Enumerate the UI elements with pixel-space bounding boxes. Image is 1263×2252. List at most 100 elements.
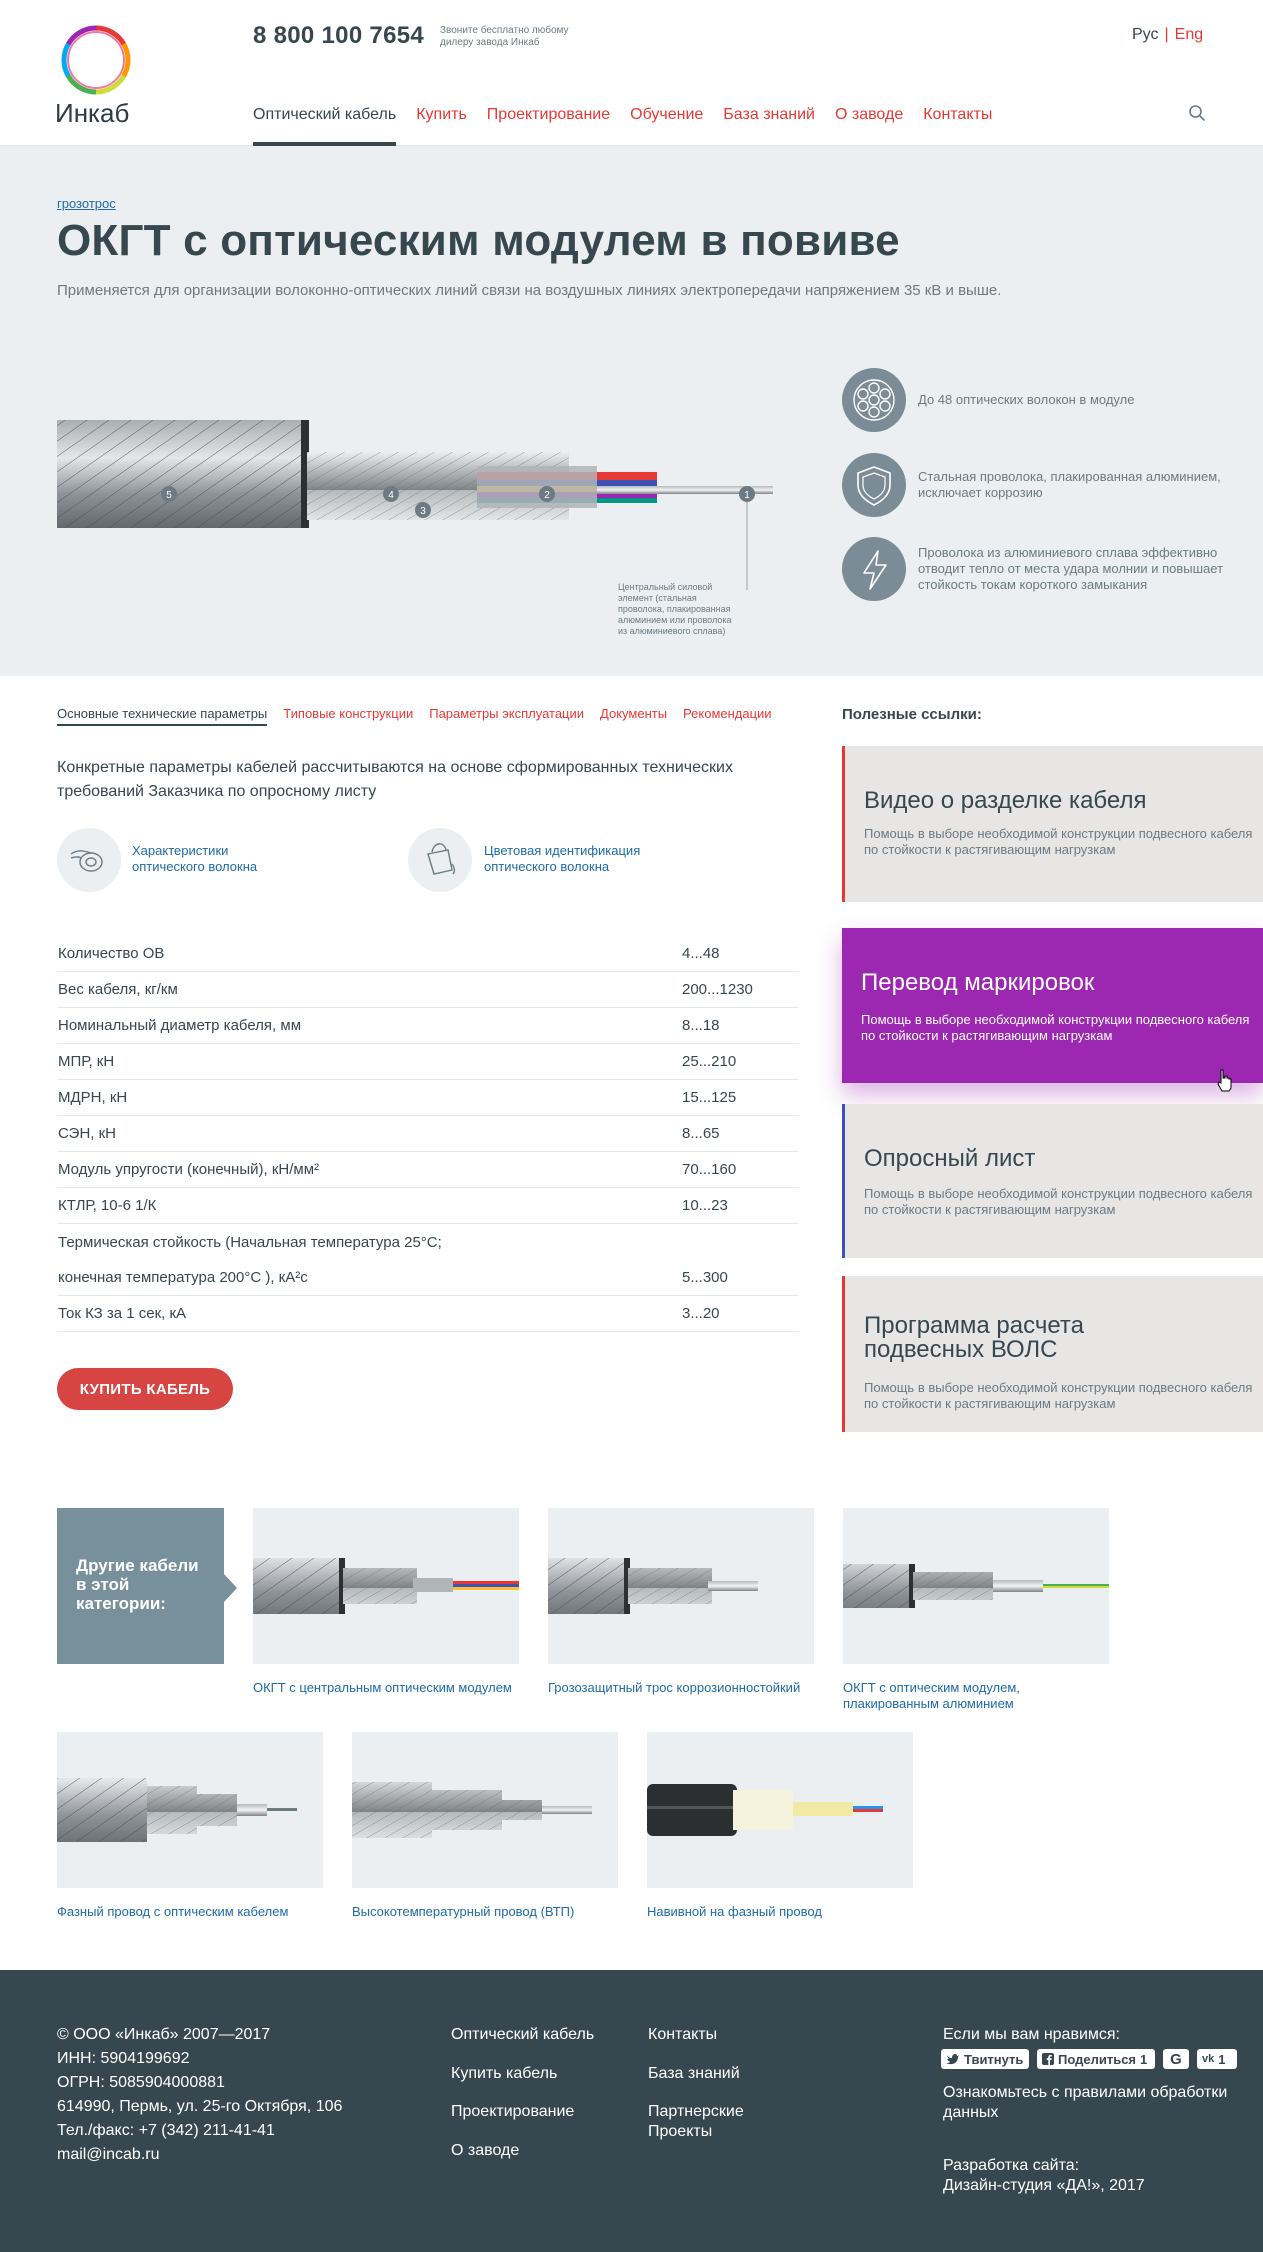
search-icon[interactable] [1188,104,1206,122]
shield-icon [842,453,906,517]
footer-link-optical-cable[interactable]: Оптический кабель [451,2025,594,2045]
tab-recommendations[interactable]: Рекомендации [683,706,772,726]
table-row: МДРН, кН 15...125 [57,1080,799,1116]
tab-typical-designs[interactable]: Типовые конструкции [283,706,413,726]
fiber-bundle-icon [842,368,906,432]
nav-optical-cable[interactable]: Оптический кабель [253,106,397,146]
table-row: Ток КЗ за 1 сек, кА 3...20 [57,1296,799,1332]
footer-link-contacts[interactable]: Контакты [648,2025,717,2045]
tab-main-params[interactable]: Основные технические параметры [57,706,268,726]
footer-link-buy-cable[interactable]: Купить кабель [451,2064,557,2084]
footer-link-about[interactable]: О заводе [451,2141,519,2161]
footer-ogrn: ОГРН: 5085904000881 [57,2074,225,2091]
nav-knowledge-base[interactable]: База знаний [723,106,815,146]
tab-operating-params[interactable]: Параметры эксплуатации [429,706,584,726]
table-row: КТЛР, 10-6 1/К 10...23 [57,1188,799,1224]
logo-text[interactable]: Инкаб [55,98,129,129]
footer-company-info: © ООО «Инкаб» 2007—2017 ИНН: 5904199692 … [57,2023,342,2167]
cable-thumb-aluminum-module[interactable] [843,1508,1109,1664]
param-name: МДРН, кН [58,1089,128,1106]
color-identification-link[interactable]: Цветовая идентификация оптического волок… [484,843,664,875]
useful-links-title: Полезные ссылки: [842,706,982,723]
buy-cable-button[interactable]: КУПИТЬ КАБЕЛЬ [57,1368,233,1410]
svg-text:4: 4 [388,490,394,501]
twitter-share-button[interactable]: Твитнуть [941,2049,1029,2069]
card-questionnaire[interactable]: Опросный лист Помощь в выборе необходимо… [842,1104,1263,1258]
table-row: Количество ОВ 4...48 [57,936,799,972]
breadcrumb[interactable]: грозотрос [57,196,116,211]
footer-link-partner-projects[interactable]: Партнерские Проекты [648,2102,768,2142]
paint-bucket-icon[interactable] [408,828,472,892]
param-name: Модуль упругости (конечный), кН/мм² [58,1161,319,1178]
footer-dev-link[interactable]: Дизайн-студия «ДА!», 2017 [943,2176,1145,2196]
site-header: Инкаб 8 800 100 7654 Звоните бесплатно л… [0,0,1263,146]
cable-caption-ground-wire[interactable]: Грозозащитный трос коррозионностойкий [548,1680,828,1696]
cable-thumb-central-module[interactable] [253,1508,519,1664]
other-cables-arrow [224,1574,237,1602]
nav-buy[interactable]: Купить [416,106,467,146]
footer-link-design[interactable]: Проектирование [451,2102,574,2122]
page-lead: Применяется для организации волоконно-оп… [57,282,1002,299]
param-name: Номинальный диаметр кабеля, мм [58,1017,302,1034]
card-desc: Помощь в выборе необходимой конструкции … [864,1380,1253,1411]
nav-design[interactable]: Проектирование [487,106,610,146]
card-calculation-program[interactable]: Программа расчета подвесных ВОЛС Помощь … [842,1276,1263,1432]
intro-paragraph: Конкретные параметры кабелей рассчитываю… [57,759,733,800]
fiber-characteristics-link[interactable]: Характеристики оптического волокна [132,843,292,875]
param-value: 10...23 [682,1197,728,1214]
table-row: Вес кабеля, кг/км 200...1230 [57,972,799,1008]
nav-about[interactable]: О заводе [835,106,903,146]
cable-thumb-wrap-on[interactable] [647,1732,913,1888]
param-value: 70...160 [682,1161,737,1178]
phone-number[interactable]: 8 800 100 7654 [253,22,424,50]
cable-caption-wrap-on[interactable]: Навивной на фазный провод [647,1904,927,1920]
google-icon: G [1170,2050,1182,2068]
spec-tabs: Основные технические параметры Типовые к… [57,706,788,726]
card-video-cutting[interactable]: Видео о разделке кабеля Помощь в выборе … [842,746,1263,902]
nav-training[interactable]: Обучение [630,106,703,146]
cable-thumb-image [57,1778,297,1842]
cable-thumb-high-temp[interactable] [352,1732,618,1888]
lang-ru-link[interactable]: Рус [1132,26,1159,43]
vk-share-button[interactable]: vk 1 [1197,2049,1237,2069]
svg-text:2: 2 [544,490,550,501]
google-share-button[interactable]: G [1163,2049,1189,2069]
param-value: 8...65 [682,1125,720,1142]
param-name: МПР, кН [58,1053,115,1070]
fiber-spool-icon[interactable] [57,828,121,892]
cable-caption-high-temp[interactable]: Высокотемпературный провод (ВТП) [352,1904,632,1920]
lang-en-link[interactable]: Eng [1175,26,1203,43]
cable-thumb-phase-wire[interactable] [57,1732,323,1888]
lang-separator: | [1164,26,1169,43]
tab-documents[interactable]: Документы [600,706,667,726]
param-name: конечная температура 200°С ), кА²с [58,1269,308,1286]
footer-phone[interactable]: Тел./факс: +7 (342) 211-41-41 [57,2119,342,2143]
param-value: 15...125 [682,1089,737,1106]
param-value: 25...210 [682,1053,737,1070]
table-row: Термическая стойкость (Начальная темпера… [57,1224,799,1260]
param-value: 4...48 [682,945,720,962]
incab-logo-icon[interactable] [56,20,136,100]
footer-link-knowledge-base[interactable]: База знаний [648,2064,740,2084]
param-name: Вес кабеля, кг/км [58,981,178,998]
cable-caption-central-module[interactable]: ОКГТ с центральным оптическим модулем [253,1680,533,1696]
param-name: СЭН, кН [58,1125,117,1142]
svg-text:3: 3 [420,506,426,517]
card-marking-translation[interactable]: Перевод маркировок Помощь в выборе необх… [842,928,1263,1083]
facebook-share-count: 1 [1140,2051,1148,2067]
cable-thumb-image [352,1782,592,1838]
facebook-icon [1042,2053,1054,2065]
footer-privacy-link[interactable]: Ознакомьтесь с правилами обработки данны… [943,2083,1243,2123]
footer-email[interactable]: mail@incab.ru [57,2143,342,2167]
param-value: 5...300 [682,1269,728,1286]
cable-caption-phase-wire[interactable]: Фазный провод с оптическим кабелем [57,1904,337,1920]
phone-note: Звоните бесплатно любому дилеру завода И… [440,25,569,48]
cable-thumb-image [548,1558,758,1614]
card-desc: Помощь в выборе необходимой конструкции … [864,826,1253,857]
footer-copyright: © ООО «Инкаб» 2007—2017 [57,2026,271,2043]
lightning-icon [842,537,906,601]
facebook-share-button[interactable]: Поделиться 1 [1037,2049,1155,2069]
cable-caption-aluminum-module[interactable]: ОКГТ с оптическим модулем, плакированным… [843,1680,1103,1712]
nav-contacts[interactable]: Контакты [923,106,992,146]
cable-thumb-ground-wire[interactable] [548,1508,814,1664]
